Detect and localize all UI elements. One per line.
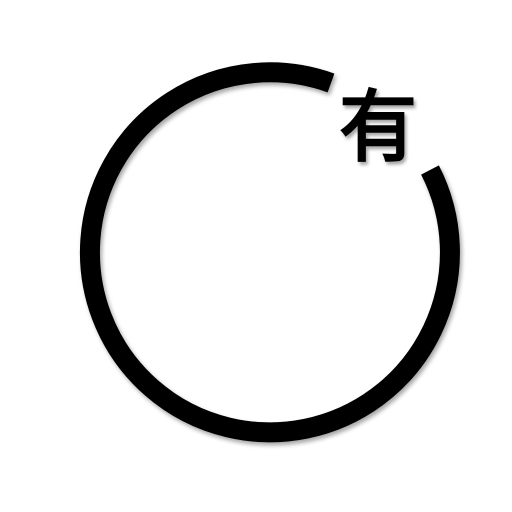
logo-character: 有 (338, 83, 417, 173)
logo-canvas: 有 (0, 0, 512, 512)
enso-ring (79, 62, 460, 443)
